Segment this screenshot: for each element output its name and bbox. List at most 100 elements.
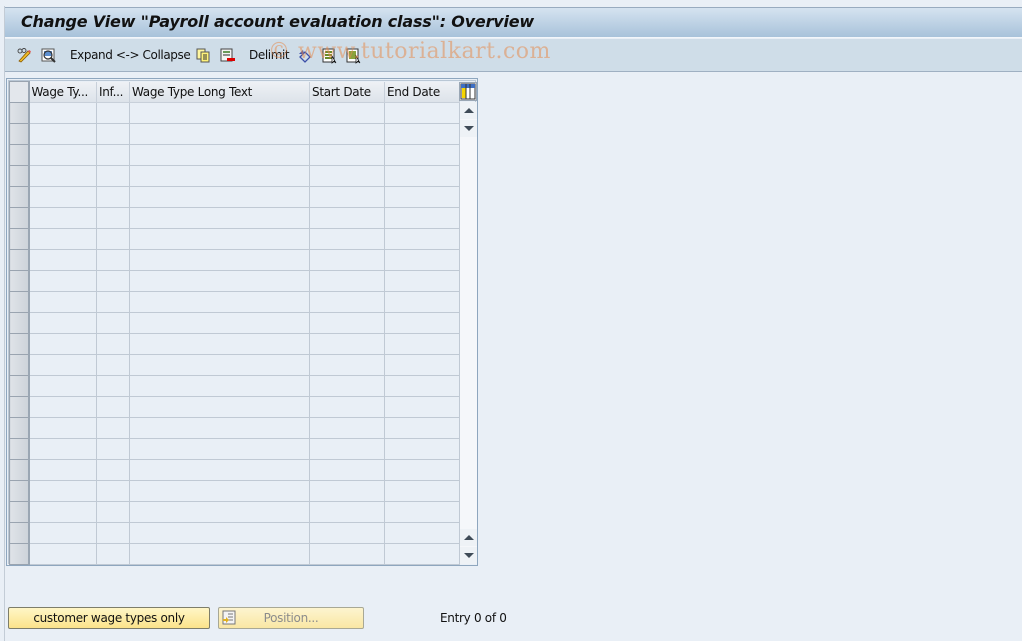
scroll-up-button[interactable] <box>460 529 477 546</box>
table-cell-long-text[interactable] <box>129 354 310 376</box>
customer-wage-types-only-button[interactable]: customer wage types only <box>8 607 210 629</box>
delete-button[interactable] <box>219 45 236 65</box>
row-selector[interactable] <box>9 228 30 250</box>
table-cell-start-date[interactable] <box>309 354 385 376</box>
table-cell-start-date[interactable] <box>309 186 385 208</box>
table-cell-infotype[interactable] <box>96 228 130 250</box>
table-cell-wage-type[interactable] <box>28 522 97 544</box>
table-cell-wage-type[interactable] <box>28 123 97 145</box>
table-cell-wage-type[interactable] <box>28 249 97 271</box>
table-cell-end-date[interactable] <box>384 228 460 250</box>
table-cell-end-date[interactable] <box>384 207 460 229</box>
table-cell-end-date[interactable] <box>384 165 460 187</box>
table-cell-infotype[interactable] <box>96 417 130 439</box>
table-cell-infotype[interactable] <box>96 501 130 523</box>
table-cell-end-date[interactable] <box>384 249 460 271</box>
table-cell-wage-type[interactable] <box>28 102 97 124</box>
table-cell-wage-type[interactable] <box>28 333 97 355</box>
table-cell-end-date[interactable] <box>384 438 460 460</box>
table-cell-end-date[interactable] <box>384 333 460 355</box>
table-cell-long-text[interactable] <box>129 102 310 124</box>
row-selector[interactable] <box>9 396 30 418</box>
table-cell-wage-type[interactable] <box>28 396 97 418</box>
row-selector[interactable] <box>9 123 30 145</box>
table-cell-start-date[interactable] <box>309 165 385 187</box>
table-cell-long-text[interactable] <box>129 186 310 208</box>
row-selector[interactable] <box>9 438 30 460</box>
row-selector[interactable] <box>9 249 30 271</box>
row-selector[interactable] <box>9 375 30 397</box>
table-cell-end-date[interactable] <box>384 291 460 313</box>
table-cell-wage-type[interactable] <box>28 186 97 208</box>
table-cell-long-text[interactable] <box>129 501 310 523</box>
select-all-rows-cell[interactable] <box>9 81 30 103</box>
table-cell-wage-type[interactable] <box>28 354 97 376</box>
details-button[interactable] <box>40 45 57 65</box>
table-cell-wage-type[interactable] <box>28 459 97 481</box>
table-cell-infotype[interactable] <box>96 249 130 271</box>
row-selector[interactable] <box>9 459 30 481</box>
table-cell-long-text[interactable] <box>129 459 310 481</box>
table-cell-start-date[interactable] <box>309 207 385 229</box>
scroll-down-button[interactable] <box>460 547 477 564</box>
delimit-button[interactable]: Delimit <box>249 45 290 65</box>
table-cell-infotype[interactable] <box>96 270 130 292</box>
table-cell-start-date[interactable] <box>309 501 385 523</box>
table-cell-infotype[interactable] <box>96 186 130 208</box>
table-cell-start-date[interactable] <box>309 123 385 145</box>
table-cell-start-date[interactable] <box>309 333 385 355</box>
table-cell-infotype[interactable] <box>96 543 130 565</box>
table-cell-start-date[interactable] <box>309 522 385 544</box>
table-cell-end-date[interactable] <box>384 123 460 145</box>
table-cell-end-date[interactable] <box>384 375 460 397</box>
table-cell-end-date[interactable] <box>384 144 460 166</box>
table-cell-end-date[interactable] <box>384 312 460 334</box>
column-header-start-date[interactable]: Start Date <box>309 81 385 103</box>
table-cell-end-date[interactable] <box>384 543 460 565</box>
scroll-page-up-button[interactable] <box>460 102 477 119</box>
table-cell-long-text[interactable] <box>129 123 310 145</box>
table-cell-start-date[interactable] <box>309 291 385 313</box>
table-cell-infotype[interactable] <box>96 333 130 355</box>
row-selector[interactable] <box>9 501 30 523</box>
table-cell-wage-type[interactable] <box>28 207 97 229</box>
scroll-page-down-button[interactable] <box>460 120 477 137</box>
table-cell-long-text[interactable] <box>129 480 310 502</box>
row-selector[interactable] <box>9 102 30 124</box>
display-change-button[interactable] <box>16 45 33 65</box>
table-cell-infotype[interactable] <box>96 354 130 376</box>
row-selector[interactable] <box>9 186 30 208</box>
table-cell-infotype[interactable] <box>96 459 130 481</box>
table-cell-start-date[interactable] <box>309 417 385 439</box>
table-cell-start-date[interactable] <box>309 459 385 481</box>
table-cell-end-date[interactable] <box>384 102 460 124</box>
table-cell-infotype[interactable] <box>96 522 130 544</box>
table-cell-start-date[interactable] <box>309 270 385 292</box>
table-cell-start-date[interactable] <box>309 312 385 334</box>
table-cell-long-text[interactable] <box>129 312 310 334</box>
table-cell-end-date[interactable] <box>384 270 460 292</box>
table-cell-long-text[interactable] <box>129 543 310 565</box>
table-cell-long-text[interactable] <box>129 396 310 418</box>
table-cell-start-date[interactable] <box>309 144 385 166</box>
table-cell-wage-type[interactable] <box>28 165 97 187</box>
column-header-long-text[interactable]: Wage Type Long Text <box>129 81 310 103</box>
table-cell-infotype[interactable] <box>96 144 130 166</box>
select-block-button[interactable] <box>345 45 362 65</box>
table-cell-wage-type[interactable] <box>28 480 97 502</box>
table-cell-long-text[interactable] <box>129 438 310 460</box>
row-selector[interactable] <box>9 333 30 355</box>
table-cell-wage-type[interactable] <box>28 291 97 313</box>
table-cell-long-text[interactable] <box>129 333 310 355</box>
table-cell-start-date[interactable] <box>309 375 385 397</box>
table-cell-long-text[interactable] <box>129 207 310 229</box>
table-cell-long-text[interactable] <box>129 228 310 250</box>
table-cell-end-date[interactable] <box>384 186 460 208</box>
table-cell-wage-type[interactable] <box>28 270 97 292</box>
copy-as-button[interactable] <box>195 45 212 65</box>
select-all-button[interactable] <box>321 45 338 65</box>
table-cell-wage-type[interactable] <box>28 144 97 166</box>
table-cell-start-date[interactable] <box>309 102 385 124</box>
table-cell-wage-type[interactable] <box>28 417 97 439</box>
table-cell-wage-type[interactable] <box>28 438 97 460</box>
